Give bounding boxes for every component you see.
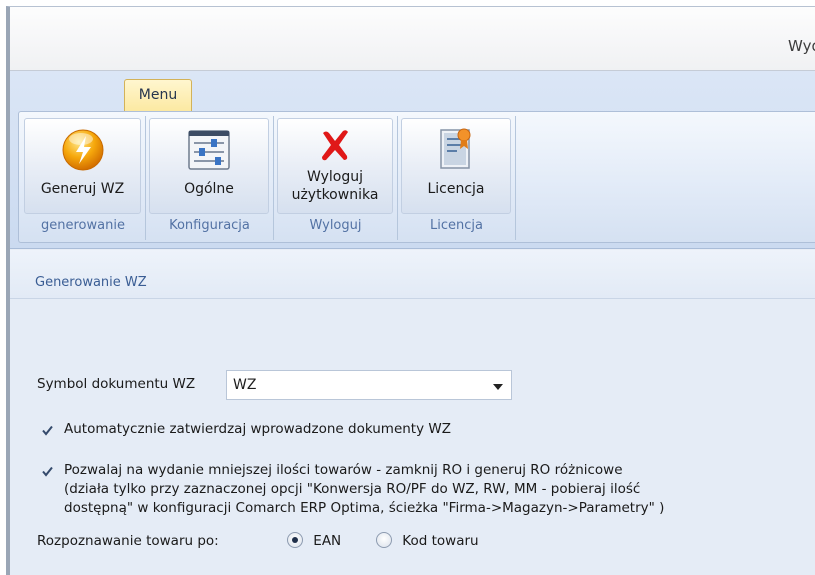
allow-less-label-line1: Pozwalaj na wydanie mniejszej ilości tow… [64,462,623,478]
ribbon-group-konfiguracja: Ogólne Konfiguracja [146,116,274,240]
section-header: Generowanie WZ [10,250,815,299]
radio-kod-towaru[interactable]: Kod towaru [376,532,479,549]
app-window: Wyd Menu [6,6,815,575]
symbol-label: Symbol dokumentu WZ [37,376,196,392]
logout-user-button[interactable]: Wyloguj użytkownika [277,118,393,214]
allow-less-checkbox[interactable] [41,465,54,478]
symbol-select[interactable]: WZ [226,370,512,400]
ribbon-group-licencja: Licencja Licencja [398,116,516,240]
checkmark-icon [42,466,53,477]
ribbon: Menu Generuj WZ generowanie Ogólne Konfi… [10,71,815,249]
group-label-wyloguj: Wyloguj [309,218,362,233]
tab-menu[interactable]: Menu [124,79,192,111]
window-title: Wyd [788,37,815,55]
content-panel: Generowanie WZ Symbol dokumentu WZ WZ Au… [10,250,815,575]
title-bar: Wyd [10,7,815,71]
recognition-label: Rozpoznawanie towaru po: [37,533,219,549]
ribbon-group-generowanie: Generuj WZ generowanie [21,116,146,240]
group-label-generowanie: generowanie [41,218,125,233]
ribbon-panel: Generuj WZ generowanie Ogólne Konfigurac… [18,111,815,243]
license-label: Licencja [427,181,485,197]
symbol-select-value: WZ [233,377,257,393]
radio-ean-label: EAN [313,533,342,549]
allow-less-label-line2: (działa tylko przy zaznaczonej opcji "Ko… [64,481,641,497]
general-settings-label: Ogólne [184,181,234,197]
section-title: Generowanie WZ [35,275,147,290]
radio-ean[interactable]: EAN [287,532,341,549]
generate-wz-label: Generuj WZ [40,181,125,197]
group-label-konfiguracja: Konfiguracja [169,218,250,233]
ribbon-group-wyloguj: Wyloguj użytkownika Wyloguj [274,116,398,240]
certificate-icon [440,128,471,169]
lightning-icon [62,129,103,171]
auto-approve-checkbox[interactable] [41,424,54,437]
logout-user-label-line2: użytkownika [291,187,379,203]
radio-kod-towaru-label: Kod towaru [402,533,479,549]
allow-less-label-line3: dostępną" w konfiguracji Comarch ERP Opt… [64,500,665,516]
red-x-icon [322,130,348,161]
settings-sliders-icon [188,130,230,170]
checkmark-icon [42,425,53,436]
group-label-licencja: Licencja [430,218,483,233]
generate-wz-button[interactable]: Generuj WZ [24,118,141,214]
general-settings-button[interactable]: Ogólne [149,118,269,214]
auto-approve-label: Automatycznie zatwierdzaj wprowadzone do… [64,421,451,437]
license-button[interactable]: Licencja [401,118,511,214]
chevron-down-icon[interactable] [493,384,503,390]
logout-user-label-line1: Wyloguj [307,169,363,185]
radio-kod-towaru-indicator[interactable] [376,532,392,548]
radio-ean-indicator[interactable] [287,532,303,548]
